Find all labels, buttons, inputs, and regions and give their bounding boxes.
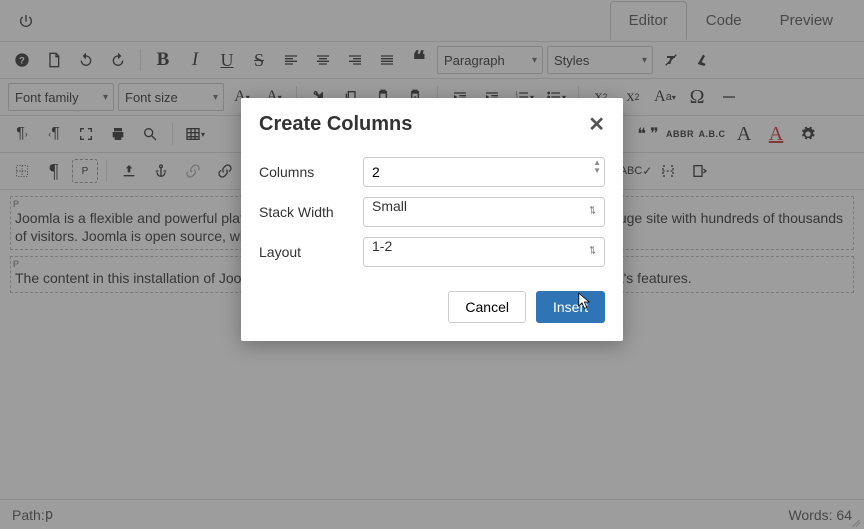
- columns-input[interactable]: [363, 157, 605, 187]
- spinner-icon[interactable]: ▲▼: [593, 159, 601, 175]
- modal-overlay: Create Columns ✕ Columns ▲▼ Stack Width …: [0, 0, 864, 529]
- layout-label: Layout: [259, 244, 363, 260]
- dialog-title: Create Columns: [259, 113, 588, 136]
- cancel-button[interactable]: Cancel: [448, 291, 526, 323]
- close-icon[interactable]: ✕: [588, 112, 605, 137]
- stack-width-select[interactable]: Small: [363, 197, 605, 227]
- columns-label: Columns: [259, 164, 363, 180]
- insert-button[interactable]: Insert: [536, 291, 605, 323]
- stack-width-label: Stack Width: [259, 204, 363, 220]
- layout-select[interactable]: 1-2: [363, 237, 605, 267]
- create-columns-dialog: Create Columns ✕ Columns ▲▼ Stack Width …: [241, 98, 623, 341]
